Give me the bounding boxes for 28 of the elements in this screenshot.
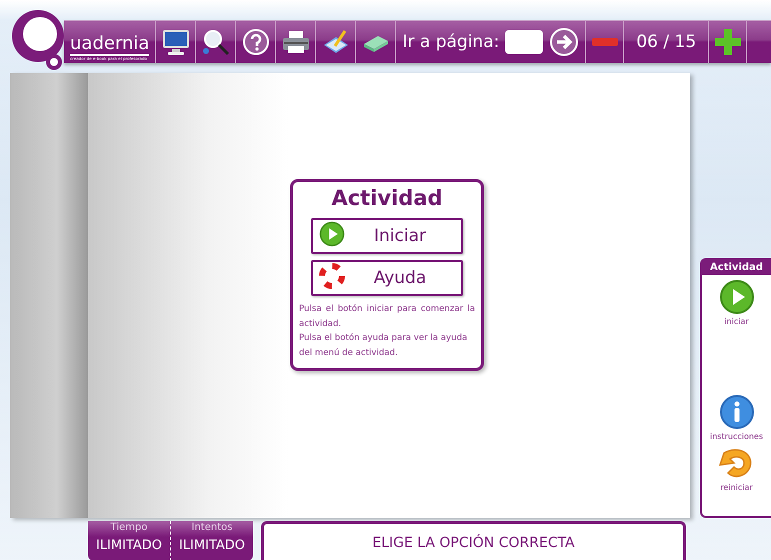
help-icon: [242, 28, 270, 56]
goto-label: Ir a página:: [402, 32, 500, 52]
message-bar: ELIGE LA OPCIÓN CORRECTA: [261, 521, 686, 560]
start-button[interactable]: Iniciar: [311, 218, 463, 254]
go-button[interactable]: [549, 27, 580, 57]
card-title: Actividad: [331, 186, 443, 210]
minus-icon: [592, 38, 618, 46]
page-counter: 06 / 15: [624, 21, 710, 63]
magnifier-icon: [200, 28, 231, 56]
stat-heading: Intentos: [192, 521, 232, 535]
info-button[interactable]: instrucciones: [710, 394, 764, 441]
lifebuoy-icon: [319, 262, 345, 288]
play-icon: [718, 279, 754, 315]
start-button[interactable]: iniciar: [718, 279, 754, 326]
stat-value: ILIMITADO: [178, 537, 246, 555]
info-icon: [718, 394, 754, 430]
plus-icon: [714, 29, 741, 55]
monitor-icon: [160, 28, 191, 56]
stat-value: ILIMITADO: [96, 537, 162, 555]
play-icon: [319, 220, 345, 246]
logo-text: uadernia: [70, 34, 150, 56]
stat-heading: Tiempo: [110, 521, 148, 535]
help-button[interactable]: Ayuda: [311, 260, 463, 296]
instructions-text: Pulsa el botón iniciar para comenzar la actividad.: [299, 303, 475, 330]
panel-title: Actividad: [702, 260, 771, 275]
instructions-text: Pulsa el botón ayuda para ver la ayuda del menú de actividad.: [299, 332, 468, 360]
page-number-field[interactable]: [505, 30, 544, 54]
restart-button[interactable]: reiniciar: [718, 445, 756, 492]
